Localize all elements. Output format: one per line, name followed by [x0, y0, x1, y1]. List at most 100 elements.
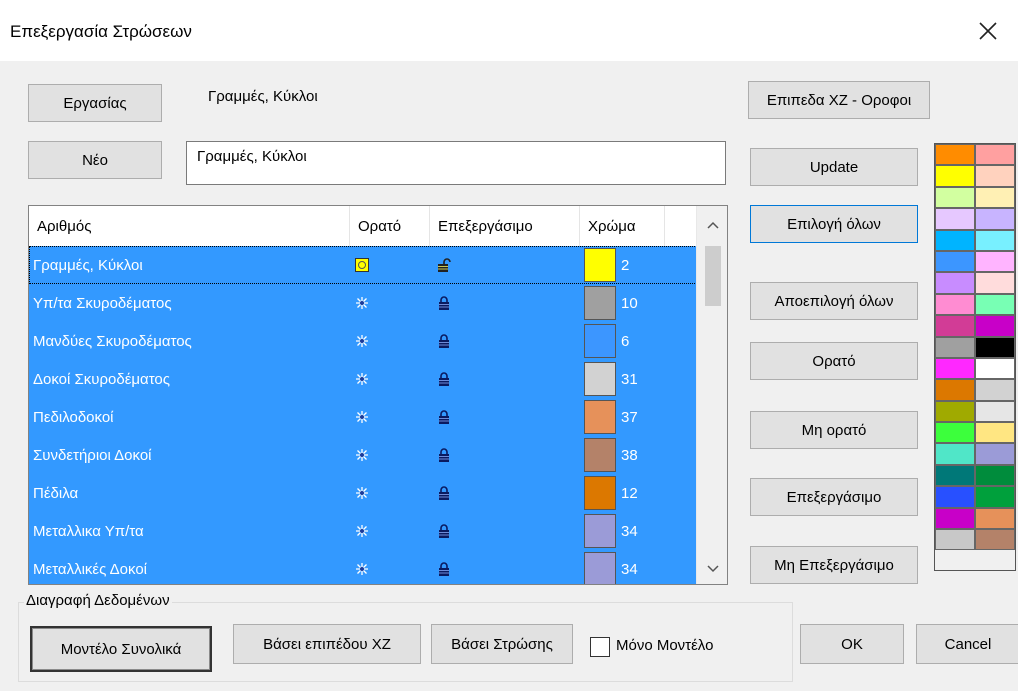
palette-color[interactable]	[975, 529, 1015, 551]
visible-button[interactable]: Ορατό	[750, 342, 918, 380]
snowflake-icon[interactable]	[352, 436, 372, 474]
header-number[interactable]: Αριθμός	[29, 206, 350, 246]
palette-color[interactable]	[935, 272, 975, 294]
list-item[interactable]: Γραμμές, Κύκλοι 2	[29, 246, 697, 284]
lock-icon[interactable]	[434, 474, 454, 512]
scroll-down-icon[interactable]	[697, 554, 727, 584]
list-item[interactable]: Πέδιλα 12	[29, 474, 697, 512]
list-item[interactable]: Μεταλλικές Δοκοί 34	[29, 550, 697, 584]
palette-color[interactable]	[935, 379, 975, 401]
palette-color[interactable]	[935, 186, 975, 209]
color-swatch[interactable]	[582, 398, 616, 436]
palette-color[interactable]	[935, 400, 975, 423]
palette-color[interactable]	[935, 357, 975, 380]
header-color[interactable]: Χρώμα	[580, 206, 665, 246]
palette-color[interactable]	[975, 400, 1015, 423]
new-button[interactable]: Νέο	[28, 141, 162, 179]
snowflake-icon[interactable]	[352, 474, 372, 512]
palette-color[interactable]	[935, 315, 975, 337]
palette-color[interactable]	[935, 529, 975, 551]
snowflake-icon[interactable]	[352, 398, 372, 436]
palette-color[interactable]	[935, 443, 975, 465]
scroll-up-icon[interactable]	[697, 210, 727, 240]
palette-color[interactable]	[975, 208, 1015, 230]
unlock-icon[interactable]	[434, 246, 454, 284]
palette-color[interactable]	[975, 464, 1015, 487]
snowflake-icon[interactable]	[352, 284, 372, 322]
model-total-button[interactable]: Μοντέλο Συνολικά	[30, 626, 212, 672]
header-editable[interactable]: Επεξεργάσιμο	[430, 206, 580, 246]
palette-color[interactable]	[975, 507, 1015, 530]
not-visible-button[interactable]: Μη ορατό	[750, 411, 918, 449]
color-swatch[interactable]	[582, 512, 616, 550]
palette-color[interactable]	[935, 144, 975, 166]
palette-color[interactable]	[975, 272, 1015, 294]
palette-color[interactable]	[935, 486, 975, 508]
palette-color[interactable]	[975, 379, 1015, 401]
palette-color[interactable]	[935, 208, 975, 230]
color-swatch[interactable]	[582, 246, 616, 284]
color-swatch[interactable]	[582, 322, 616, 360]
layer-name-input[interactable]: Γραμμές, Κύκλοι	[186, 141, 726, 185]
color-swatch[interactable]	[582, 474, 616, 512]
palette-color[interactable]	[975, 165, 1015, 187]
select-all-button[interactable]: Επιλογή όλων	[750, 205, 918, 243]
not-editable-button[interactable]: Μη Επεξεργάσιμο	[750, 546, 918, 584]
palette-color[interactable]	[935, 165, 975, 187]
list-item[interactable]: Δοκοί Σκυροδέματος 31	[29, 360, 697, 398]
work-button[interactable]: Εργασίας	[28, 84, 162, 122]
lock-icon[interactable]	[434, 436, 454, 474]
lock-icon[interactable]	[434, 550, 454, 584]
palette-color[interactable]	[975, 250, 1015, 273]
palette-color[interactable]	[935, 464, 975, 487]
snowflake-icon[interactable]	[352, 360, 372, 398]
palette-color[interactable]	[935, 336, 975, 358]
palette-color[interactable]	[935, 422, 975, 444]
palette-color[interactable]	[975, 422, 1015, 444]
palette-color[interactable]	[975, 486, 1015, 508]
levels-button[interactable]: Επιπεδα XZ - Οροφοι	[748, 81, 930, 119]
scroll-thumb[interactable]	[705, 246, 721, 306]
ok-button[interactable]: OK	[800, 624, 904, 664]
list-item[interactable]: Μανδύες Σκυροδέματος 6	[29, 322, 697, 360]
palette-color[interactable]	[935, 229, 975, 251]
lock-icon[interactable]	[434, 360, 454, 398]
palette-color[interactable]	[935, 250, 975, 273]
header-visible[interactable]: Ορατό	[350, 206, 430, 246]
snowflake-icon[interactable]	[352, 550, 372, 584]
color-swatch[interactable]	[582, 436, 616, 474]
snowflake-icon[interactable]	[352, 322, 372, 360]
lock-icon[interactable]	[434, 398, 454, 436]
list-item[interactable]: Συνδετήριοι Δοκοί 38	[29, 436, 697, 474]
palette-color[interactable]	[975, 315, 1015, 337]
sun-icon[interactable]	[352, 246, 372, 284]
palette-color[interactable]	[975, 293, 1015, 316]
list-item[interactable]: Μεταλλικα Υπ/τα 34	[29, 512, 697, 550]
cancel-button[interactable]: Cancel	[916, 624, 1018, 664]
by-layer-button[interactable]: Βάσει Στρώσης	[431, 624, 573, 664]
lock-icon[interactable]	[434, 284, 454, 322]
model-only-checkbox[interactable]	[590, 637, 610, 657]
color-swatch[interactable]	[582, 360, 616, 398]
palette-color[interactable]	[975, 357, 1015, 380]
palette-color[interactable]	[935, 293, 975, 316]
list-item[interactable]: Υπ/τα Σκυροδέματος 10	[29, 284, 697, 322]
lock-icon[interactable]	[434, 322, 454, 360]
color-swatch[interactable]	[582, 550, 616, 584]
list-item[interactable]: Πεδιλοδοκοί 37	[29, 398, 697, 436]
snowflake-icon[interactable]	[352, 512, 372, 550]
editable-button[interactable]: Επεξεργάσιμο	[750, 478, 918, 516]
close-button[interactable]	[958, 0, 1018, 62]
color-palette[interactable]	[934, 143, 1016, 571]
layers-list[interactable]: Αριθμός Ορατό Επεξεργάσιμο Χρώμα Γραμμές…	[28, 205, 728, 585]
vertical-scrollbar[interactable]	[696, 206, 727, 584]
palette-color[interactable]	[975, 186, 1015, 209]
color-swatch[interactable]	[582, 284, 616, 322]
deselect-all-button[interactable]: Αποεπιλογή όλων	[750, 282, 918, 320]
palette-color[interactable]	[975, 229, 1015, 251]
palette-color[interactable]	[975, 443, 1015, 465]
lock-icon[interactable]	[434, 512, 454, 550]
palette-color[interactable]	[975, 144, 1015, 166]
palette-color[interactable]	[975, 336, 1015, 358]
by-level-button[interactable]: Βάσει επιπέδου XZ	[233, 624, 421, 664]
